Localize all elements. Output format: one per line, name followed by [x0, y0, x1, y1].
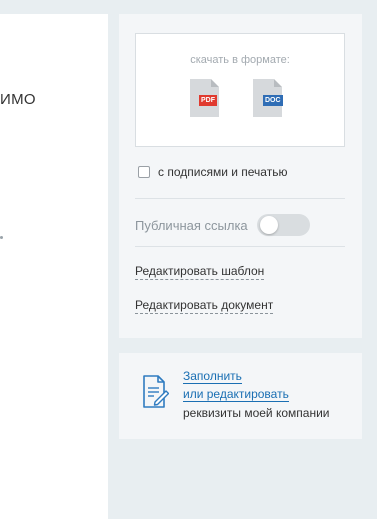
toggle-knob [259, 216, 278, 234]
document-text-dot [0, 236, 3, 239]
document-text-fragment: ИМО [0, 91, 36, 108]
pdf-file-fold [211, 79, 219, 87]
signatures-checkbox-row[interactable]: с подписями и печатью [138, 165, 287, 179]
company-details-card: Заполнить или редактировать реквизиты мо… [119, 353, 362, 439]
document-actions-card: скачать в формате: PDF DOC с подписями и… [119, 14, 362, 338]
divider [135, 246, 345, 247]
doc-file-fold [274, 79, 282, 87]
download-doc-button[interactable]: DOC [251, 79, 285, 119]
public-link-row: Публичная ссылка [135, 214, 310, 236]
document-preview-panel: ИМО [0, 14, 108, 519]
download-box: скачать в формате: PDF DOC [135, 33, 345, 147]
edit-template-link[interactable]: Редактировать шаблон [135, 264, 265, 280]
signatures-checkbox-label: с подписями и печатью [158, 165, 288, 179]
public-link-label: Публичная ссылка [135, 217, 248, 233]
pdf-label: PDF [199, 95, 217, 106]
public-link-toggle[interactable] [256, 214, 310, 236]
document-edit-icon [143, 375, 169, 408]
edit-document-link[interactable]: Редактировать документ [135, 298, 274, 314]
divider [135, 198, 345, 199]
company-details-note: реквизиты моей компании [183, 406, 330, 420]
edit-company-link[interactable]: или редактировать [183, 387, 289, 402]
download-caption: скачать в формате: [190, 54, 290, 66]
download-pdf-button[interactable]: PDF [188, 79, 222, 119]
fill-company-link[interactable]: Заполнить [183, 369, 242, 384]
signatures-checkbox[interactable] [138, 166, 150, 178]
doc-label: DOC [263, 95, 283, 106]
